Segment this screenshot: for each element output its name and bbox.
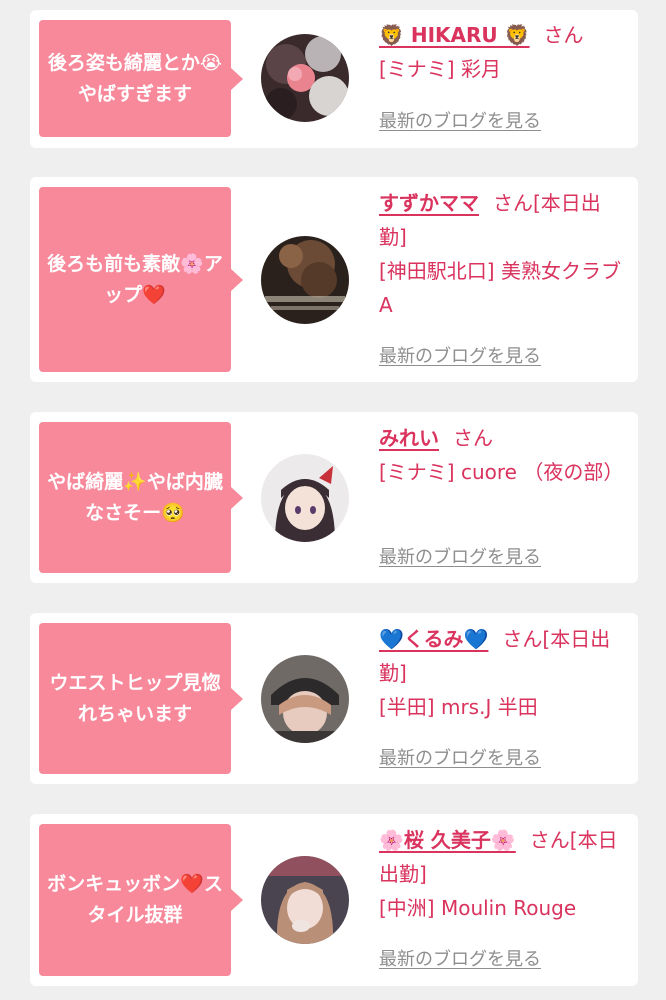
message-text: 後ろも前も素敵🌸アップ❤️ <box>47 252 223 306</box>
latest-blog-link[interactable]: 最新のブログを見る <box>379 945 541 971</box>
review-card: ボンキュッボン❤️スタイル抜群 🌸桜 久美子🌸 さん[本日出勤] [中洲] Mou… <box>30 814 638 986</box>
name-line: 🦁 HIKARU 🦁 さん <box>379 18 628 52</box>
name-line: 💙くるみ💙 さん[本日出勤] <box>379 622 628 690</box>
latest-blog-link[interactable]: 最新のブログを見る <box>379 744 541 770</box>
review-card: ウエストヒップ見惚れちゃいます 💙くるみ💙 さん[本日出勤] [半田] mrs.J… <box>30 613 638 784</box>
avatar[interactable] <box>261 236 349 324</box>
avatar[interactable] <box>261 655 349 743</box>
message-bubble: 後ろも前も素敵🌸アップ❤️ <box>39 187 243 372</box>
avatar[interactable] <box>261 856 349 944</box>
message-text: やば綺麗✨やば内臓なさそー🥺 <box>47 470 223 524</box>
message-bubble: 後ろ姿も綺麗とか😭やばすぎます <box>39 20 243 137</box>
honorific: さん <box>453 426 493 450</box>
message-bubble: ウエストヒップ見惚れちゃいます <box>39 623 243 774</box>
shop-label: [神田駅北口] 美熟女クラブA <box>379 259 621 317</box>
girl-name-link[interactable]: すずかママ <box>379 191 479 215</box>
message-text: ボンキュッボン❤️スタイル抜群 <box>47 873 223 926</box>
name-line: みれい さん <box>379 421 628 455</box>
avatar[interactable] <box>261 454 349 542</box>
girl-name-link[interactable]: 💙くるみ💙 <box>379 627 488 651</box>
message-text: 後ろ姿も綺麗とか😭やばすぎます <box>47 51 223 105</box>
girl-name-link[interactable]: 🌸桜 久美子🌸 <box>379 828 516 852</box>
name-line: すずかママ さん[本日出勤] <box>379 186 628 254</box>
shop-label: [中洲] Moulin Rouge <box>379 896 577 920</box>
info-block: 🦁 HIKARU 🦁 さん [ミナミ] 彩月 <box>379 18 628 86</box>
review-card: 後ろ姿も綺麗とか😭やばすぎます 🦁 HIKARU 🦁 さん [ミナミ] 彩月 最新… <box>30 10 638 148</box>
review-card: 後ろも前も素敵🌸アップ❤️ すずかママ さん[本日出勤] [神田駅北口] 美熟女ク… <box>30 177 638 382</box>
message-bubble: やば綺麗✨やば内臓なさそー🥺 <box>39 422 243 573</box>
shop-label: [ミナミ] cuore （夜の部） <box>379 460 624 484</box>
info-block: すずかママ さん[本日出勤] [神田駅北口] 美熟女クラブA <box>379 186 628 322</box>
latest-blog-link[interactable]: 最新のブログを見る <box>379 107 541 133</box>
shop-label: [半田] mrs.J 半田 <box>379 695 538 719</box>
review-card: やば綺麗✨やば内臓なさそー🥺 みれい さん [ミナミ] cuore （夜の部） 最… <box>30 412 638 583</box>
girl-name-link[interactable]: みれい <box>379 426 439 450</box>
info-block: みれい さん [ミナミ] cuore （夜の部） <box>379 421 628 489</box>
name-line: 🌸桜 久美子🌸 さん[本日出勤] <box>379 823 628 891</box>
info-block: 🌸桜 久美子🌸 さん[本日出勤] [中洲] Moulin Rouge <box>379 823 628 925</box>
shop-label: [ミナミ] 彩月 <box>379 57 501 81</box>
message-bubble: ボンキュッボン❤️スタイル抜群 <box>39 824 243 976</box>
message-text: ウエストヒップ見惚れちゃいます <box>49 671 221 725</box>
girl-name-link[interactable]: 🦁 HIKARU 🦁 <box>379 23 530 47</box>
latest-blog-link[interactable]: 最新のブログを見る <box>379 543 541 569</box>
latest-blog-link[interactable]: 最新のブログを見る <box>379 342 541 368</box>
honorific: さん <box>543 23 584 47</box>
avatar[interactable] <box>261 34 349 122</box>
info-block: 💙くるみ💙 さん[本日出勤] [半田] mrs.J 半田 <box>379 622 628 724</box>
